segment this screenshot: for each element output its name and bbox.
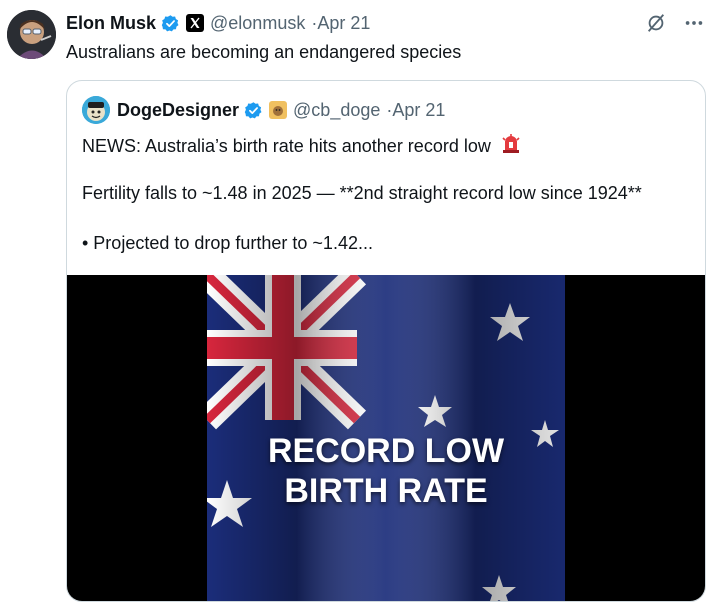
- x-logo-icon: [186, 14, 205, 32]
- tweet-header: Elon Musk @elonmusk · Apr 21: [66, 12, 370, 34]
- author-handle[interactable]: @elonmusk: [210, 13, 305, 34]
- quoted-tweet[interactable]: DogeDesigner @cb_doge · Apr 21 NEWS: Aus…: [66, 80, 706, 602]
- quoted-author-name[interactable]: DogeDesigner: [117, 100, 239, 121]
- avatar-illustration-icon: [7, 10, 56, 59]
- quoted-line-1-text: NEWS: Australia’s birth rate hits anothe…: [82, 136, 491, 156]
- affiliate-badge-icon: [269, 101, 288, 119]
- quoted-author-avatar[interactable]: [82, 96, 110, 124]
- grok-icon[interactable]: [645, 12, 667, 34]
- quoted-header: DogeDesigner @cb_doge · Apr 21: [117, 99, 445, 121]
- tweet-date[interactable]: Apr 21: [317, 13, 370, 34]
- quoted-author-handle[interactable]: @cb_doge: [293, 100, 380, 121]
- more-icon[interactable]: [683, 12, 705, 34]
- tweet-actions: [645, 12, 705, 34]
- verified-badge-icon: [244, 101, 263, 120]
- author-avatar[interactable]: [7, 10, 56, 59]
- quoted-line-3: • Projected to drop further to ~1.42...: [82, 233, 373, 253]
- quoted-line-2: Fertility falls to ~1.48 in 2025 — **2nd…: [82, 183, 642, 203]
- siren-emoji-icon: [500, 133, 522, 160]
- media-caption: RECORD LOW BIRTH RATE: [207, 431, 565, 511]
- media-caption-line-1: RECORD LOW: [267, 432, 505, 470]
- quoted-media[interactable]: RECORD LOW BIRTH RATE: [67, 275, 705, 601]
- author-name[interactable]: Elon Musk: [66, 13, 156, 34]
- doge-avatar-icon: [82, 96, 110, 124]
- quoted-date[interactable]: Apr 21: [392, 100, 445, 121]
- quoted-line-1: NEWS: Australia’s birth rate hits anothe…: [82, 133, 522, 160]
- verified-badge-icon: [161, 14, 180, 33]
- media-caption-line-2: BIRTH RATE: [284, 472, 488, 510]
- tweet-text: Australians are becoming an endangered s…: [66, 42, 462, 62]
